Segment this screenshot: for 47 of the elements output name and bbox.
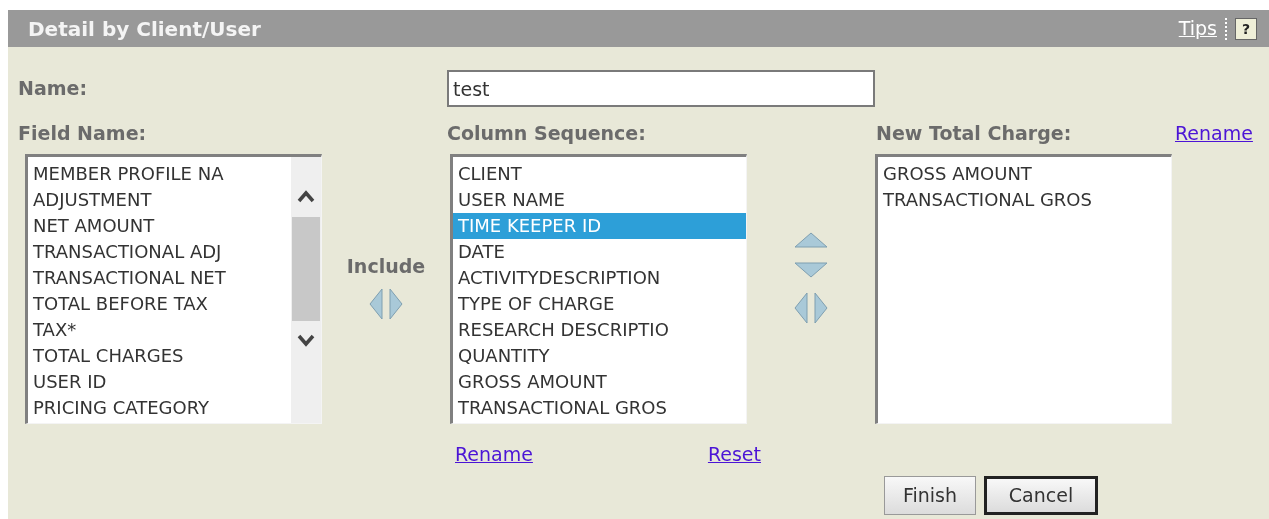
move-right-icon[interactable] [814, 291, 828, 324]
list-item[interactable]: PRICING CATEGORY [28, 394, 291, 421]
list-item[interactable]: ACTIVITYDESCRIPTION [453, 264, 746, 291]
list-item[interactable]: TRANSACTIONAL GROS [878, 186, 1171, 213]
list-item[interactable]: TRANSACTIONAL NET [28, 264, 291, 291]
move-right-icon[interactable] [389, 288, 403, 320]
name-label: Name: [18, 76, 88, 102]
list-item[interactable]: RESEARCH DESCRIPTIO [453, 316, 746, 343]
list-box[interactable]: CLIENT USER NAME TIME KEEPER ID DATE ACTIVITYDESCRIPTION TYPE OF CHARGE RESEARCH DESCRIPTIO QUANTITY GROSS AMOUNT TRANSACTIONAL GROS [450, 153, 747, 424]
list-item[interactable]: GROSS AMOUNT [878, 160, 1171, 187]
list-item[interactable]: CLIENT [453, 160, 746, 187]
list-item[interactable]: TRANSACTIONAL GROS [453, 394, 746, 421]
rename-link[interactable]: Rename [1175, 119, 1253, 148]
column-sequence-label: Column Sequence: [447, 121, 647, 146]
move-left-icon[interactable] [794, 291, 808, 324]
column-link[interactable]: Rename [455, 439, 533, 468]
name-field[interactable]: test [447, 70, 875, 107]
move-down-icon[interactable] [794, 261, 828, 278]
scrollbar[interactable] [291, 156, 321, 423]
move-left-icon[interactable] [369, 288, 383, 320]
scroll-down-icon[interactable] [296, 332, 316, 347]
list-item[interactable]: ADJUSTMENT [28, 186, 291, 213]
new-total-charge-label: New Total Charge: [876, 121, 1073, 146]
list-item[interactable]: QUANTITY [453, 342, 746, 369]
dialog-button[interactable]: Finish [884, 476, 976, 515]
window-title: Detail by Client/User [28, 15, 262, 43]
include-label: Include [346, 253, 426, 279]
help-button[interactable]: ? [1235, 17, 1257, 40]
list-item[interactable]: TOTAL CHARGES [28, 342, 291, 369]
list-box[interactable]: GROSS AMOUNT TRANSACTIONAL GROS [875, 153, 1172, 424]
list-item[interactable]: NET AMOUNT [28, 212, 291, 239]
dialog-button[interactable]: Cancel [984, 476, 1098, 515]
list-item[interactable]: TYPE OF CHARGE [453, 290, 746, 317]
list-box[interactable]: MEMBER PROFILE NA ADJUSTMENT NET AMOUNT TRANSACTIONAL ADJ TRANSACTIONAL NET TOTAL BEFORE TAX TAX* TOTAL CHARGES USER ID PRICING CATEGORY [25, 153, 322, 424]
field-name-label: Field Name: [18, 121, 148, 146]
list-item[interactable]: GROSS AMOUNT [453, 368, 746, 395]
list-item[interactable]: TRANSACTIONAL ADJ [28, 238, 291, 265]
column-link[interactable]: Reset [707, 439, 761, 468]
scroll-up-icon[interactable] [296, 188, 316, 203]
list-item[interactable]: USER NAME [453, 186, 746, 213]
move-up-icon[interactable] [794, 231, 828, 248]
list-item[interactable]: MEMBER PROFILE NA [28, 160, 291, 187]
scrollbar-thumb[interactable] [292, 216, 320, 321]
list-item[interactable]: DATE [453, 238, 746, 265]
list-item[interactable]: TAX* [28, 316, 291, 343]
list-item[interactable]: TOTAL BEFORE TAX [28, 290, 291, 317]
list-item[interactable]: USER ID [28, 368, 291, 395]
